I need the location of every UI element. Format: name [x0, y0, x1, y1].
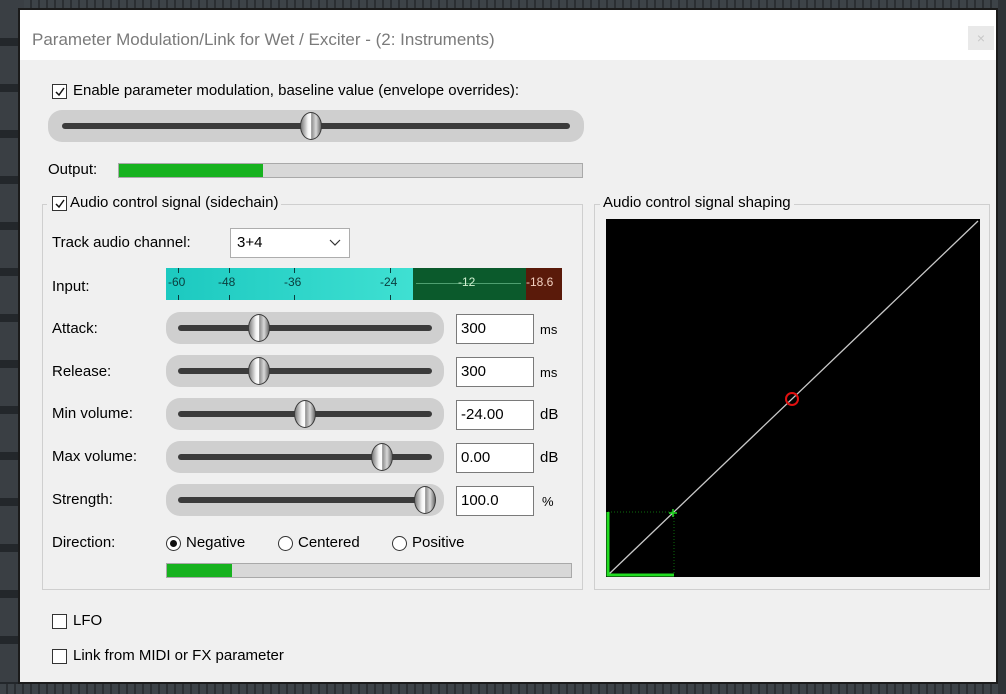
min-volume-slider[interactable]: [166, 398, 444, 430]
vu-tickmark: [229, 268, 230, 273]
direction-positive-radio[interactable]: [392, 536, 407, 551]
input-tick: -12: [458, 275, 476, 289]
audio-control-checkbox[interactable]: [52, 196, 67, 211]
min-volume-slider-thumb[interactable]: [294, 400, 316, 428]
audio-control-group: [42, 204, 583, 590]
input-vu-meter: -60 -48 -36 -24 -12 -18.6: [166, 268, 562, 300]
radio-selected-dot: [170, 540, 177, 547]
daw-background-bottom: [0, 684, 1006, 694]
max-volume-unit: dB: [540, 449, 559, 466]
min-volume-label: Min volume:: [52, 405, 133, 422]
strength-slider[interactable]: [166, 484, 444, 516]
input-peak-readout: -18.6: [526, 275, 554, 289]
track-audio-channel-select[interactable]: 3+4: [230, 228, 350, 258]
max-volume-slider-track: [178, 454, 432, 460]
release-slider-track: [178, 368, 432, 374]
vu-tickmark: [178, 268, 179, 273]
input-label: Input:: [52, 278, 90, 295]
enable-modulation-checkbox[interactable]: [52, 84, 67, 99]
output-label: Output:: [48, 161, 98, 178]
link-midi-fx-checkbox[interactable]: [52, 649, 67, 664]
signal-shaping-graph[interactable]: [606, 219, 980, 577]
release-slider[interactable]: [166, 355, 444, 387]
audio-control-label: Audio control signal (sidechain): [70, 194, 279, 211]
chevron-down-icon: [329, 229, 341, 267]
vu-tickmark: [294, 295, 295, 300]
release-unit: ms: [540, 365, 558, 380]
daw-background-right: [998, 0, 1006, 694]
track-audio-channel-value: 3+4: [237, 234, 263, 251]
strength-unit: %: [542, 494, 554, 509]
title-bar[interactable]: Parameter Modulation/Link for Wet / Exci…: [20, 10, 996, 60]
sidechain-activity-meter: [166, 563, 572, 578]
release-value-input[interactable]: 300: [456, 357, 534, 387]
strength-label: Strength:: [52, 491, 113, 508]
strength-slider-thumb[interactable]: [414, 486, 436, 514]
attack-slider-track: [178, 325, 432, 331]
sidechain-activity-fill: [167, 564, 232, 577]
parameter-modulation-dialog: Parameter Modulation/Link for Wet / Exci…: [18, 8, 998, 684]
release-label: Release:: [52, 363, 112, 380]
input-tick: -48: [218, 275, 236, 289]
vu-tickmark: [229, 295, 230, 300]
direction-centered-radio[interactable]: [278, 536, 293, 551]
attack-slider-thumb[interactable]: [248, 314, 271, 342]
window-title: Parameter Modulation/Link for Wet / Exci…: [32, 30, 495, 49]
min-volume-unit: dB: [540, 406, 559, 423]
max-volume-value-input[interactable]: 0.00: [456, 443, 534, 473]
output-meter-fill: [119, 164, 263, 177]
release-slider-thumb[interactable]: [248, 357, 271, 385]
signal-shaping-label: Audio control signal shaping: [600, 194, 794, 211]
max-volume-label: Max volume:: [52, 448, 138, 465]
enable-modulation-label: Enable parameter modulation, baseline va…: [73, 82, 520, 99]
max-volume-slider-thumb[interactable]: [370, 443, 393, 471]
strength-slider-track: [178, 497, 432, 503]
vu-tickmark: [294, 268, 295, 273]
direction-centered-label[interactable]: Centered: [298, 534, 360, 551]
input-tick: -24: [380, 275, 398, 289]
direction-label: Direction:: [52, 534, 116, 551]
vu-tickmark: [390, 295, 391, 300]
baseline-slider[interactable]: [48, 110, 584, 142]
audio-control-header: Audio control signal (sidechain): [47, 194, 282, 211]
attack-value-input[interactable]: 300: [456, 314, 534, 344]
vu-tickmark: [178, 295, 179, 300]
attack-label: Attack:: [52, 320, 98, 337]
lfo-label: LFO: [73, 612, 103, 629]
track-audio-channel-label: Track audio channel:: [52, 234, 191, 251]
input-tick: -36: [284, 275, 302, 289]
max-volume-slider[interactable]: [166, 441, 444, 473]
close-button[interactable]: ×: [968, 26, 994, 50]
direction-negative-label[interactable]: Negative: [186, 534, 245, 551]
lfo-checkbox[interactable]: [52, 614, 67, 629]
min-volume-value-input[interactable]: -24.00: [456, 400, 534, 430]
output-meter: [118, 163, 583, 178]
baseline-slider-thumb[interactable]: [300, 112, 323, 140]
attack-unit: ms: [540, 322, 558, 337]
input-tick: -60: [168, 275, 186, 289]
strength-value-input[interactable]: 100.0: [456, 486, 534, 516]
attack-slider[interactable]: [166, 312, 444, 344]
direction-negative-radio[interactable]: [166, 536, 181, 551]
vu-tickmark: [390, 268, 391, 273]
link-midi-fx-label: Link from MIDI or FX parameter: [73, 647, 284, 664]
direction-positive-label[interactable]: Positive: [412, 534, 465, 551]
